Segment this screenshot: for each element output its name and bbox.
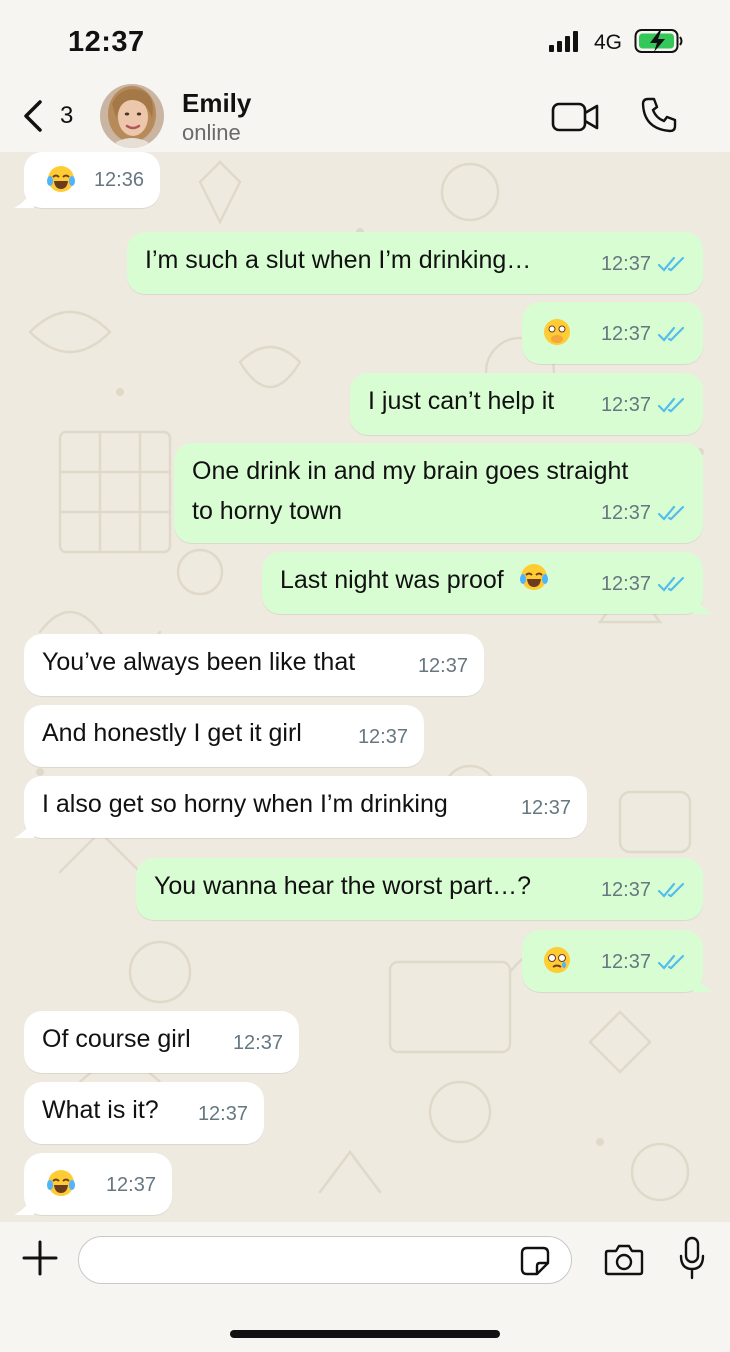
message-meta: 12:37: [601, 942, 687, 982]
read-receipt-icon: [657, 882, 685, 898]
read-receipt-icon: [657, 954, 685, 970]
message-input[interactable]: [78, 1236, 572, 1284]
sticker-icon[interactable]: [520, 1246, 550, 1276]
message-time: 12:37: [197, 1103, 248, 1125]
tears-of-joy-emoji-icon: [519, 564, 548, 590]
video-call-icon[interactable]: [551, 100, 601, 134]
message-bubble-outgoing[interactable]: I’m such a slut when I’m drinking… 12:37: [127, 232, 703, 294]
message-bubble-incoming[interactable]: What is it? 12:37: [24, 1082, 264, 1144]
message-time: 12:37: [520, 797, 571, 819]
status-bar: 12:37 4G: [0, 0, 730, 80]
chat-area[interactable]: 12:36 I’m such a slut when I’m drinking……: [0, 152, 730, 1222]
unread-count: 3: [60, 102, 74, 129]
message-time: 12:37: [600, 879, 651, 901]
message-time: 12:37: [232, 1032, 283, 1054]
message-time: 12:37: [600, 502, 651, 524]
chevron-left-icon: [24, 100, 42, 132]
message-time: 12:37: [357, 726, 408, 748]
bubble-tail: [14, 818, 34, 838]
message-bubble-incoming[interactable]: I also get so horny when I’m drinking 12…: [14, 776, 587, 838]
back-button[interactable]: 3: [22, 94, 73, 138]
message-time: 12:37: [105, 1174, 156, 1196]
message-bubble-incoming[interactable]: 12:36: [14, 152, 160, 208]
message-bubble-incoming[interactable]: Of course girl 12:37: [24, 1011, 299, 1073]
message-text: You wanna hear the worst part…?: [154, 872, 532, 900]
message-text: I just can’t help it: [368, 387, 555, 415]
message-meta: 12:37: [601, 564, 687, 604]
read-receipt-icon: [657, 326, 685, 342]
message-text: Last night was proof: [280, 566, 504, 594]
bubble-tail: [693, 972, 713, 992]
message-bubble-outgoing[interactable]: 12:37: [522, 302, 703, 364]
read-receipt-icon: [657, 256, 685, 272]
message-text: Of course girl: [42, 1025, 191, 1053]
message-text: I also get so horny when I’m drinking: [42, 790, 448, 818]
message-bubble-incoming[interactable]: And honestly I get it girl 12:37: [24, 705, 424, 767]
flushed-face-hand-over-mouth-emoji-icon: [544, 319, 570, 345]
avatar[interactable]: [100, 84, 164, 148]
message-meta: 12:37: [601, 870, 687, 910]
message-meta: 12:37: [601, 314, 687, 354]
message-meta: 12:37: [601, 385, 687, 425]
message-time: 12:37: [600, 323, 651, 345]
read-receipt-icon: [657, 576, 685, 592]
message-meta: 12:37: [601, 244, 687, 284]
message-time: 12:37: [600, 951, 651, 973]
holding-back-tears-emoji-icon: [544, 947, 570, 973]
read-receipt-icon: [657, 505, 685, 521]
chat-header: 3 Emily online: [0, 80, 730, 152]
camera-icon[interactable]: [604, 1242, 644, 1276]
bubble-tail: [14, 188, 34, 208]
message-bubble-outgoing[interactable]: 12:37: [522, 930, 713, 992]
message-text: I’m such a slut when I’m drinking…: [145, 246, 532, 274]
message-text: And honestly I get it girl: [42, 719, 302, 747]
message-time: 12:37: [417, 655, 468, 677]
message-time: 12:37: [600, 394, 651, 416]
message-bubble-outgoing[interactable]: One drink in and my brain goes straight …: [174, 443, 703, 543]
message-bubble-outgoing[interactable]: You wanna hear the worst part…? 12:37: [136, 858, 703, 920]
bubble-tail: [14, 1195, 34, 1215]
network-type: 4G: [594, 31, 623, 54]
battery-charging-icon: [634, 29, 683, 53]
signal-icon: [549, 31, 578, 52]
plus-icon[interactable]: [22, 1240, 58, 1276]
home-indicator[interactable]: [230, 1330, 500, 1338]
microphone-icon[interactable]: [678, 1236, 706, 1280]
message-bubble-incoming[interactable]: You’ve always been like that 12:37: [24, 634, 484, 696]
status-time: 12:37: [68, 26, 145, 58]
message-text: You’ve always been like that: [42, 648, 356, 676]
message-bubble-outgoing[interactable]: Last night was proof 12:37: [262, 552, 713, 614]
tears-of-joy-emoji-icon: [47, 166, 75, 192]
message-text: What is it?: [42, 1096, 159, 1124]
message-time: 12:37: [600, 573, 651, 595]
bubble-tail: [693, 594, 713, 614]
contact-status: online: [182, 120, 241, 145]
message-bubble-incoming[interactable]: 12:37: [14, 1153, 172, 1215]
message-time: 12:36: [93, 169, 144, 191]
phone-icon[interactable]: [640, 96, 678, 134]
message-time: 12:37: [600, 253, 651, 275]
message-meta: 12:37: [601, 493, 687, 533]
message-text-line: One drink in and my brain goes straight: [192, 457, 629, 485]
message-bubble-outgoing[interactable]: I just can’t help it 12:37: [350, 373, 703, 435]
read-receipt-icon: [657, 397, 685, 413]
contact-name[interactable]: Emily: [182, 88, 251, 119]
tears-of-joy-emoji-icon: [47, 1170, 75, 1196]
